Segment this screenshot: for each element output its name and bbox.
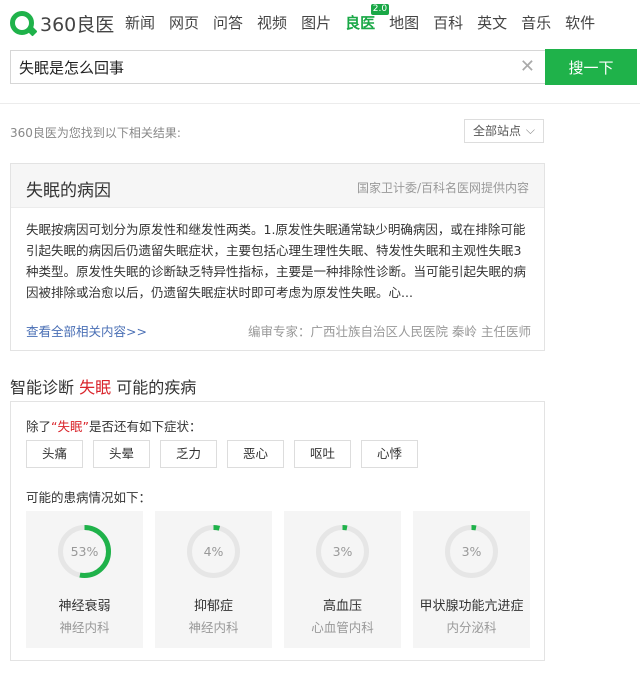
diagnosis-card: 除了“失眠”是否还有如下症状： 头痛 头晕 乏力 恶心 呕吐 心悸 可能的患病情…: [10, 401, 545, 661]
symptom-button[interactable]: 头晕: [93, 440, 150, 468]
probability-ring: 3%: [443, 523, 500, 580]
probability-value: 53%: [70, 544, 99, 559]
symptom-button[interactable]: 心悸: [361, 440, 418, 468]
nav-item-news[interactable]: 新闻: [125, 12, 155, 34]
symptom-list: 头痛 头晕 乏力 恶心 呕吐 心悸: [26, 440, 428, 468]
probability-value: 3%: [332, 544, 353, 559]
nav-item-qa[interactable]: 问答: [213, 12, 243, 34]
nav-item-video[interactable]: 视频: [257, 12, 287, 34]
nav-item-baike[interactable]: 百科: [433, 12, 463, 34]
possible-conditions-label: 可能的患病情况如下：: [26, 490, 152, 505]
search-button[interactable]: 搜一下: [545, 49, 637, 85]
view-all-link[interactable]: 查看全部相关内容>>: [26, 324, 147, 339]
logo-text: 360良医: [40, 13, 115, 36]
logo-ring-icon: [10, 11, 34, 35]
probability-ring: 53%: [56, 523, 113, 580]
disease-name: 抑郁症: [193, 599, 233, 614]
nav-item-software[interactable]: 软件: [565, 12, 595, 34]
result-info: 360良医为您找到以下相关结果:: [10, 126, 181, 140]
diagnosis-title-suffix: 可能的疾病: [116, 378, 197, 397]
nav-item-map[interactable]: 地图: [389, 12, 419, 34]
reviewer-info: 编审专家：广西壮族自治区人民医院 秦岭 主任医师: [248, 324, 531, 339]
clear-icon[interactable]: ✕: [520, 57, 535, 77]
version-badge: 2.0: [370, 4, 390, 15]
nav-item-images[interactable]: 图片: [301, 12, 331, 34]
disease-department: 心血管内科: [311, 620, 374, 635]
cause-card-footer: 查看全部相关内容>> 编审专家：广西壮族自治区人民医院 秦岭 主任医师: [26, 321, 531, 340]
nav-item-doctor[interactable]: 良医 2.0: [345, 4, 390, 34]
cause-card-source: 国家卫计委/百科名医网提供内容: [356, 181, 529, 195]
disease-name: 神经衰弱: [58, 599, 111, 614]
nav-item-english[interactable]: 英文: [477, 12, 507, 34]
disease-department: 神经内科: [59, 620, 110, 635]
nav-item-web[interactable]: 网页: [169, 12, 199, 34]
diagnosis-keyword: 失眠: [79, 378, 112, 397]
disease-card[interactable]: 4% 抑郁症 神经内科: [155, 511, 272, 648]
nav-item-music[interactable]: 音乐: [521, 12, 551, 34]
disease-department: 神经内科: [188, 620, 239, 635]
site-filter-dropdown[interactable]: 全部站点 ⌵: [464, 119, 544, 143]
site-filter-label: 全部站点: [473, 124, 522, 138]
chevron-down-icon: ⌵: [525, 123, 535, 137]
question-prefix: 除了: [26, 419, 52, 434]
symptom-button[interactable]: 头痛: [26, 440, 83, 468]
disease-department: 内分泌科: [446, 620, 497, 635]
cause-card-title[interactable]: 失眠的病因: [26, 176, 111, 201]
disease-name: 高血压: [322, 599, 362, 614]
search-input[interactable]: [11, 51, 511, 83]
logo[interactable]: 360良医: [10, 9, 114, 37]
disease-card[interactable]: 3% 甲状腺功能亢进症 内分泌科: [413, 511, 530, 648]
disease-name: 甲状腺功能亢进症: [419, 599, 524, 614]
cause-card-body: 失眠按病因可划分为原发性和继发性两类。1.原发性失眠通常缺少明确病因，或在排除可…: [26, 222, 527, 300]
header-divider: [0, 103, 640, 104]
disease-card[interactable]: 53% 神经衰弱 神经内科: [26, 511, 143, 648]
probability-value: 4%: [203, 544, 224, 559]
probability-ring: 4%: [185, 523, 242, 580]
top-navigation: 360良医 新闻 网页 问答 视频 图片 良医 2.0 地图 百科 英文 音乐 软…: [0, 0, 640, 46]
question-keyword: “失眠”: [51, 419, 89, 434]
diagnosis-title-prefix: 智能诊断: [10, 378, 75, 397]
symptom-button[interactable]: 恶心: [227, 440, 284, 468]
symptom-question: 除了“失眠”是否还有如下症状：: [26, 416, 201, 435]
cause-card: 失眠的病因 国家卫计委/百科名医网提供内容 失眠按病因可划分为原发性和继发性两类…: [10, 163, 545, 351]
nav-item-doctor-label: 良医: [345, 14, 376, 32]
symptom-button[interactable]: 乏力: [160, 440, 217, 468]
disease-card[interactable]: 3% 高血压 心血管内科: [284, 511, 401, 648]
probability-ring: 3%: [314, 523, 371, 580]
probability-value: 3%: [461, 544, 482, 559]
search-box: ✕: [10, 50, 545, 84]
cause-card-header: 失眠的病因 国家卫计委/百科名医网提供内容: [11, 164, 544, 208]
symptom-button[interactable]: 呕吐: [294, 440, 351, 468]
question-suffix: 是否还有如下症状：: [88, 419, 202, 434]
nav-bar: 新闻 网页 问答 视频 图片 良医 2.0 地图 百科 英文 音乐 软件: [125, 4, 609, 34]
disease-list: 53% 神经衰弱 神经内科 4% 抑郁症 神经内科 3% 高血压 心血管内科 3…: [26, 511, 530, 648]
diagnosis-title: 智能诊断 失眠 可能的疾病: [10, 374, 196, 398]
